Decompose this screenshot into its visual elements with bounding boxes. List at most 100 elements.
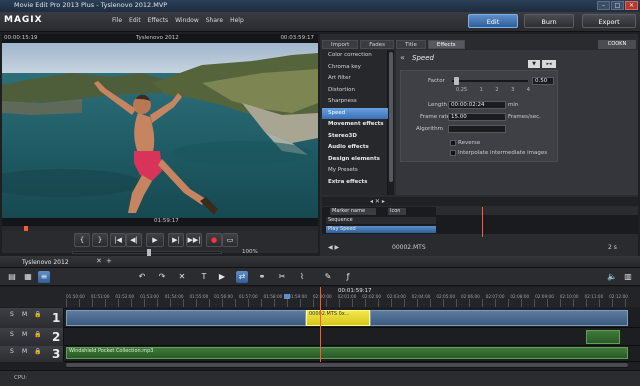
duration-label: 2 s xyxy=(608,244,617,251)
title-icon[interactable]: T xyxy=(198,271,210,283)
prev-frame-button[interactable]: ◀| xyxy=(126,233,142,247)
tab-fades[interactable]: Fades xyxy=(360,40,395,49)
zoom-slider-knob[interactable] xyxy=(147,249,151,256)
mark-out-button[interactable]: } xyxy=(92,233,108,247)
algorithm-select[interactable] xyxy=(448,125,506,133)
split-icon[interactable]: ⌇ xyxy=(296,271,308,283)
go-start-button[interactable]: |◀ xyxy=(110,233,126,247)
menu-window[interactable]: Window xyxy=(175,17,199,24)
storyboard-view-icon[interactable]: ▦ xyxy=(22,271,34,283)
fx-color-correction[interactable]: Color correction xyxy=(322,50,388,62)
fx-chroma-key[interactable]: Chroma key xyxy=(322,62,388,74)
sequence-close-icon[interactable]: ✕ xyxy=(96,257,102,265)
menu-effects[interactable]: Effects xyxy=(148,17,168,24)
lock-icon[interactable]: 🔒 xyxy=(34,348,41,355)
mute-button[interactable]: M xyxy=(22,348,27,355)
auto-icon[interactable]: ƒ xyxy=(342,271,354,283)
burn-mode-button[interactable]: Burn xyxy=(524,14,574,28)
zoom-slider[interactable] xyxy=(72,249,222,256)
fx-my-presets[interactable]: My Presets xyxy=(322,165,388,177)
menu-edit[interactable]: Edit xyxy=(129,17,141,24)
marker-icon[interactable]: ▶ xyxy=(216,271,228,283)
menu-share[interactable]: Share xyxy=(206,17,223,24)
tools-icon[interactable]: ✎ xyxy=(322,271,334,283)
close-button[interactable]: ✕ xyxy=(625,1,638,10)
speaker-icon[interactable]: 🔈 xyxy=(606,271,618,283)
next-frame-button[interactable]: ▶| xyxy=(168,233,184,247)
export-mode-button[interactable]: Export xyxy=(582,14,636,28)
fx-stereo3d[interactable]: Stereo3D xyxy=(322,131,388,143)
undo-icon[interactable]: ↶ xyxy=(136,271,148,283)
track-number: 3 xyxy=(52,347,61,361)
fx-sharpness[interactable]: Sharpness xyxy=(322,96,388,108)
mute-button[interactable]: M xyxy=(22,331,27,338)
timeline-scrollbar[interactable] xyxy=(66,362,628,368)
reverse-checkbox[interactable] xyxy=(450,140,456,146)
record-button[interactable]: ● xyxy=(206,233,222,247)
sequence-tab[interactable]: Tyslenovo 2012 xyxy=(22,259,69,266)
lock-icon[interactable]: 🔒 xyxy=(34,311,41,318)
reset-icon[interactable]: ▸◂ xyxy=(542,60,556,68)
tab-effects[interactable]: Effects xyxy=(427,40,465,49)
in-marker[interactable] xyxy=(284,294,290,299)
sequence-add-icon[interactable]: + xyxy=(106,257,112,265)
marker-row-sequence[interactable]: Sequence xyxy=(326,217,436,224)
fx-design-elements[interactable]: Design elements xyxy=(322,154,388,166)
timeline-playhead[interactable] xyxy=(320,287,321,367)
link-icon[interactable]: ⚭ xyxy=(256,271,268,283)
delete-icon[interactable]: ✕ xyxy=(176,271,188,283)
go-end-button[interactable]: ▶▶| xyxy=(186,233,202,247)
menu-help[interactable]: Help xyxy=(230,17,244,24)
video-clip[interactable] xyxy=(66,310,306,326)
factor-slider-knob[interactable] xyxy=(453,77,459,85)
fx-extra-effects[interactable]: Extra effects xyxy=(322,177,388,189)
lock-icon[interactable]: 🔒 xyxy=(34,331,41,338)
selected-clip[interactable]: 00002.MTS 0x... xyxy=(306,310,370,326)
solo-button[interactable]: S xyxy=(10,348,14,355)
solo-button[interactable]: S xyxy=(10,311,14,318)
mixer-icon[interactable]: ▥ xyxy=(622,271,634,283)
fx-audio-effects[interactable]: Audio effects xyxy=(322,142,388,154)
cut-icon[interactable]: ✂ xyxy=(276,271,288,283)
panel-nav-icon[interactable]: ◀ ▶ xyxy=(328,244,339,251)
scrollbar-thumb[interactable] xyxy=(389,52,393,182)
fullscreen-button[interactable]: ▭ xyxy=(222,233,238,247)
ruler-label: 02:02:00 xyxy=(362,294,382,299)
audio-clip-short[interactable] xyxy=(586,330,620,344)
play-button[interactable]: ▶ xyxy=(146,233,164,247)
fx-distortion[interactable]: Distortion xyxy=(322,85,388,97)
minimize-button[interactable]: – xyxy=(597,1,610,10)
marker-tools-icons[interactable]: ◂ ✕ ▸ xyxy=(370,198,385,205)
audio-clip[interactable]: Windshield Pocket Collection.mp3 xyxy=(66,347,628,359)
factor-slider[interactable] xyxy=(452,77,528,85)
back-icon[interactable]: « xyxy=(400,53,405,62)
status-bar: CPU: xyxy=(0,370,640,386)
mouse-mode-icon[interactable]: ⇄ xyxy=(236,271,248,283)
video-clip[interactable] xyxy=(370,310,628,326)
edit-mode-button[interactable]: Edit xyxy=(468,14,518,28)
multitrack-view-icon[interactable]: ≡ xyxy=(38,271,50,283)
fx-art-filter[interactable]: Art filter xyxy=(322,73,388,85)
preset-dropdown-icon[interactable]: ▼ xyxy=(528,60,540,68)
zoom-level[interactable]: 100% xyxy=(242,249,258,255)
factor-value-field[interactable]: 0.50 xyxy=(532,77,554,85)
ruler-label: 02:03:00 xyxy=(386,294,406,299)
fx-speed[interactable]: Speed xyxy=(322,107,388,119)
tab-title[interactable]: Title xyxy=(396,40,426,49)
mark-in-button[interactable]: { xyxy=(74,233,90,247)
maximize-button[interactable]: □ xyxy=(611,1,624,10)
framerate-field[interactable]: 15.00 xyxy=(448,113,506,121)
mute-button[interactable]: M xyxy=(22,311,27,318)
timeline-view-icon[interactable]: ▤ xyxy=(6,271,18,283)
tab-import[interactable]: Import xyxy=(322,40,359,49)
scrollbar-thumb[interactable] xyxy=(66,363,628,367)
ruler-label: 02:00:00 xyxy=(312,294,332,299)
length-field[interactable]: 00:00:02:24 xyxy=(448,101,506,109)
effects-list-scrollbar[interactable] xyxy=(388,50,394,195)
solo-button[interactable]: S xyxy=(10,331,14,338)
interpolate-checkbox[interactable] xyxy=(450,150,456,156)
menu-file[interactable]: File xyxy=(112,17,122,24)
redo-icon[interactable]: ↷ xyxy=(156,271,168,283)
marker-row-play-speed[interactable]: Play Speed xyxy=(326,226,436,233)
fx-movement-effects[interactable]: Movement effects xyxy=(322,119,388,131)
